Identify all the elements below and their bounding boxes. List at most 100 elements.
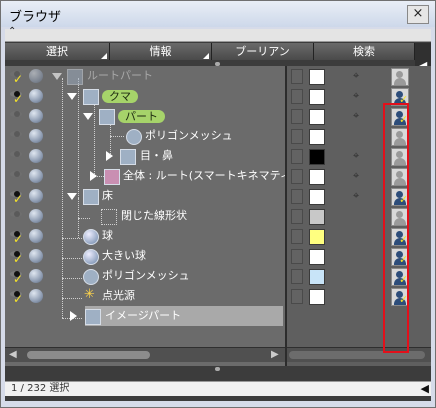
status-arrow-icon[interactable]: ◀	[421, 382, 429, 396]
document-icon[interactable]	[291, 129, 303, 144]
horizontal-scrollbar[interactable]: ◀ ▶	[5, 347, 285, 362]
link-icon[interactable]: ⌖	[353, 149, 359, 163]
tab-boolean[interactable]: ブーリアン	[212, 43, 314, 60]
visibility-eye-icon[interactable]	[10, 169, 24, 179]
color-swatch[interactable]	[309, 189, 325, 205]
tab-search[interactable]: 検索	[314, 43, 415, 60]
document-icon[interactable]	[291, 249, 303, 264]
menu-triangle-icon	[101, 53, 107, 59]
expand-triangle-icon[interactable]	[52, 73, 62, 80]
color-swatch[interactable]	[309, 89, 325, 105]
tree-label[interactable]: 閉じた線形状	[121, 208, 187, 224]
tree-row[interactable]: ✓ ルートパート	[5, 66, 285, 86]
collapse-triangle-icon[interactable]	[90, 171, 97, 181]
expand-triangle-icon[interactable]	[67, 193, 77, 200]
link-icon[interactable]: ⌖	[353, 169, 359, 183]
scroll-left-icon[interactable]: ◀	[9, 349, 17, 360]
tree-label[interactable]: イメージパート	[105, 308, 181, 324]
render-ball-icon[interactable]	[29, 269, 43, 283]
part-icon	[83, 89, 99, 105]
tree-row[interactable]: 目・鼻	[5, 146, 285, 166]
expand-triangle-icon[interactable]	[83, 113, 93, 120]
document-icon[interactable]	[291, 189, 303, 204]
render-ball-icon[interactable]	[29, 89, 43, 103]
tree-row[interactable]: ✓ ✳ 点光源	[5, 286, 285, 306]
tree-label[interactable]: ポリゴンメッシュ	[145, 128, 233, 144]
tree-row[interactable]: ✓ 大きい球	[5, 246, 285, 266]
document-icon[interactable]	[291, 209, 303, 224]
collapse-triangle-icon[interactable]	[70, 311, 77, 321]
color-swatch[interactable]	[309, 169, 325, 185]
link-icon[interactable]: ⌖	[353, 89, 359, 103]
visibility-eye-icon[interactable]	[10, 209, 24, 219]
close-button[interactable]: ×	[407, 5, 429, 24]
render-ball-icon[interactable]	[29, 169, 43, 183]
collapse-bar[interactable]: ⌃	[5, 26, 431, 42]
tab-select[interactable]: 選択	[5, 43, 110, 60]
tree-row[interactable]: 全体 : ルート(スマートキネマティクス)	[5, 166, 317, 186]
link-icon[interactable]: ⌖	[353, 109, 359, 123]
tree-row[interactable]: パート	[5, 106, 285, 126]
color-swatch[interactable]	[309, 229, 325, 245]
render-ball-icon[interactable]	[29, 109, 43, 123]
tree-row[interactable]: ✓ 床	[5, 186, 285, 206]
expand-triangle-icon[interactable]	[67, 93, 77, 100]
render-ball-icon[interactable]	[29, 69, 43, 83]
document-icon[interactable]	[291, 169, 303, 184]
tab-info[interactable]: 情報	[110, 43, 212, 60]
link-icon[interactable]: ⌖	[353, 189, 359, 203]
color-swatch[interactable]	[309, 109, 325, 125]
tree-label[interactable]: 点光源	[102, 288, 135, 304]
tab-boolean-label: ブーリアン	[235, 45, 290, 58]
document-icon[interactable]	[291, 69, 303, 84]
tree-label[interactable]: 大きい球	[102, 248, 146, 264]
visibility-eye-icon[interactable]	[10, 129, 24, 139]
tree-label[interactable]: ポリゴンメッシュ	[102, 268, 190, 284]
color-swatch[interactable]	[309, 289, 325, 305]
color-swatch[interactable]	[309, 129, 325, 145]
tree-row[interactable]: ✓ ポリゴンメッシュ	[5, 266, 285, 286]
document-icon[interactable]	[291, 89, 303, 104]
scroll-right-icon[interactable]: ▶	[271, 349, 279, 360]
tree-row[interactable]: ポリゴンメッシュ	[5, 126, 285, 146]
tree-label[interactable]: ルートパート	[87, 68, 153, 84]
splitter-handle-icon[interactable]	[215, 367, 220, 371]
property-row	[287, 126, 431, 146]
document-icon[interactable]	[291, 289, 303, 304]
document-icon[interactable]	[291, 109, 303, 124]
tree-label[interactable]: 目・鼻	[140, 148, 173, 164]
tree-label[interactable]: 床	[102, 188, 113, 204]
tree-label[interactable]: 球	[102, 228, 113, 244]
color-swatch[interactable]	[309, 209, 325, 225]
render-ball-icon[interactable]	[29, 249, 43, 263]
color-swatch[interactable]	[309, 249, 325, 265]
document-icon[interactable]	[291, 229, 303, 244]
person-icon[interactable]	[391, 68, 409, 86]
document-icon[interactable]	[291, 269, 303, 284]
render-ball-icon[interactable]	[29, 289, 43, 303]
tree-label-pill[interactable]: パート	[118, 110, 165, 123]
right-scrollbar[interactable]	[287, 347, 431, 362]
render-ball-icon[interactable]	[29, 229, 43, 243]
chevron-up-icon[interactable]: ⌃	[8, 26, 16, 37]
color-swatch[interactable]	[309, 149, 325, 165]
tree-row[interactable]: ✓ 球	[5, 226, 285, 246]
render-ball-icon[interactable]	[29, 129, 43, 143]
scroll-thumb[interactable]	[27, 351, 150, 359]
tree-row-selected[interactable]: イメージパート	[5, 306, 285, 326]
render-ball-icon[interactable]	[29, 209, 43, 223]
visibility-eye-icon[interactable]	[10, 149, 24, 159]
render-ball-icon[interactable]	[29, 189, 43, 203]
color-swatch[interactable]	[309, 269, 325, 285]
collapse-triangle-icon[interactable]	[106, 151, 113, 161]
visibility-eye-icon[interactable]	[10, 109, 24, 119]
tree-row[interactable]: 閉じた線形状	[5, 206, 285, 226]
link-icon[interactable]: ⌖	[353, 69, 359, 83]
document-icon[interactable]	[291, 149, 303, 164]
part-icon	[99, 109, 115, 125]
checkmark-icon: ✓	[13, 92, 24, 106]
tree-label-pill[interactable]: クマ	[102, 90, 138, 103]
tree-row[interactable]: ✓ クマ	[5, 86, 285, 106]
color-swatch[interactable]	[309, 69, 325, 85]
render-ball-icon[interactable]	[29, 149, 43, 163]
